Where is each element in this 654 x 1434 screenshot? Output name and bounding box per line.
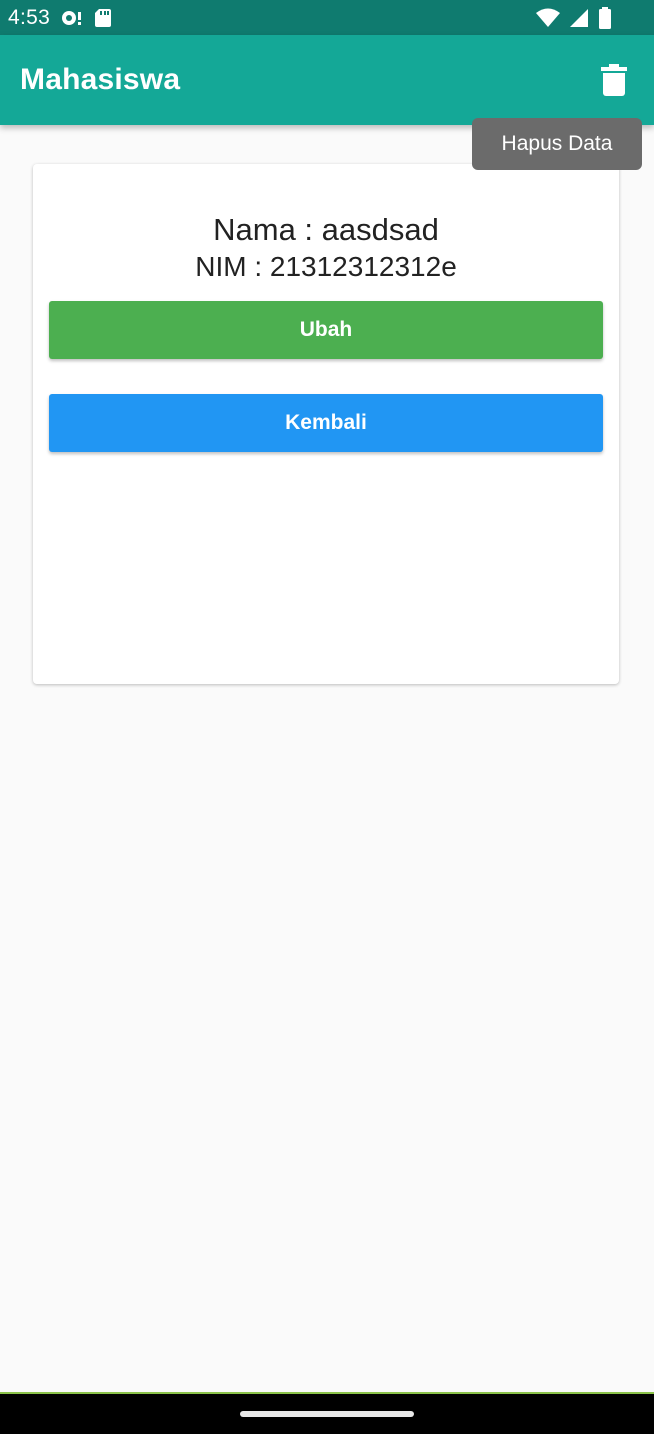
app-title: Mahasiswa [20,63,181,96]
battery-icon [598,6,612,29]
home-gesture-handle[interactable] [240,1411,414,1417]
status-time: 4:53 [8,5,51,29]
sd-card-icon [94,8,112,28]
trash-icon [601,64,627,96]
status-bar: 4:53 [0,0,654,35]
app-bar: Mahasiswa [0,35,654,125]
signal-icon [568,8,590,28]
delete-button[interactable] [594,60,634,100]
status-right [536,6,612,29]
nim-text: NIM : 21312312312e [195,251,457,282]
kembali-button[interactable]: Kembali [49,394,603,452]
ubah-button[interactable]: Ubah [49,301,603,359]
wifi-icon [536,8,560,28]
status-left: 4:53 [8,6,112,30]
navigation-bar [0,1392,654,1434]
sync-icon [60,8,84,28]
delete-tooltip: Hapus Data [472,118,642,170]
nama-text: Nama : aasdsad [213,212,439,247]
mahasiswa-detail-card: Nama : aasdsad NIM : 21312312312e Ubah K… [33,164,619,684]
